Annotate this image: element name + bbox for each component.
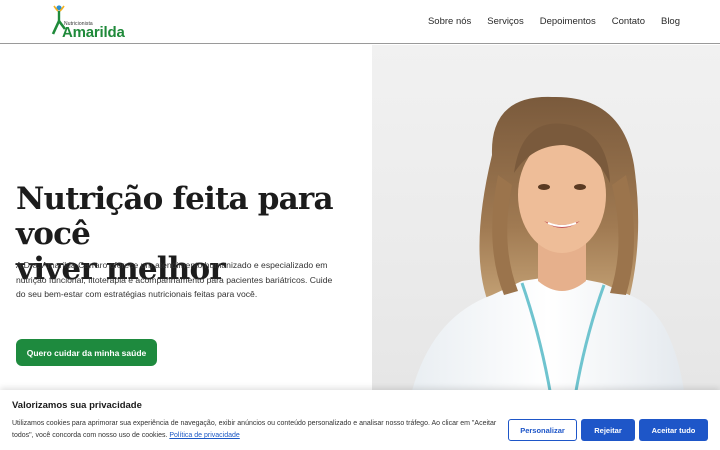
cookie-text: Utilizamos cookies para aprimorar sua ex… [12, 418, 504, 442]
cta-button[interactable]: Quero cuidar da minha saúde [16, 339, 157, 366]
hero-title-line-1: Nutrição feita para você [16, 181, 334, 252]
site-header: Nutricionista Amarilda Sobre nós Serviço… [0, 0, 720, 44]
reject-button[interactable]: Rejeitar [581, 419, 635, 441]
nav-item-sobre-nos[interactable]: Sobre nós [428, 16, 471, 27]
nav-item-servicos[interactable]: Serviços [487, 16, 523, 27]
privacy-policy-link[interactable]: Política de privacidade [169, 432, 239, 439]
cookie-title: Valorizamos sua privacidade [12, 400, 142, 411]
main-nav: Sobre nós Serviços Depoimentos Contato B… [412, 16, 680, 27]
cookie-body: Utilizamos cookies para aprimorar sua ex… [12, 420, 497, 439]
nav-item-blog[interactable]: Blog [661, 16, 680, 27]
portrait-illustration [412, 96, 684, 391]
hero-description: A Dra. Amarilda Carraro oferece um atend… [16, 260, 333, 299]
nav-item-depoimentos[interactable]: Depoimentos [540, 16, 596, 27]
accept-all-button[interactable]: Aceitar tudo [639, 419, 708, 441]
personalize-button[interactable]: Personalizar [508, 419, 577, 441]
nav-item-contato[interactable]: Contato [612, 16, 645, 27]
logo[interactable]: Nutricionista Amarilda [50, 4, 125, 41]
logo-name: Amarilda [62, 24, 125, 41]
nutritionist-photo [372, 45, 720, 391]
